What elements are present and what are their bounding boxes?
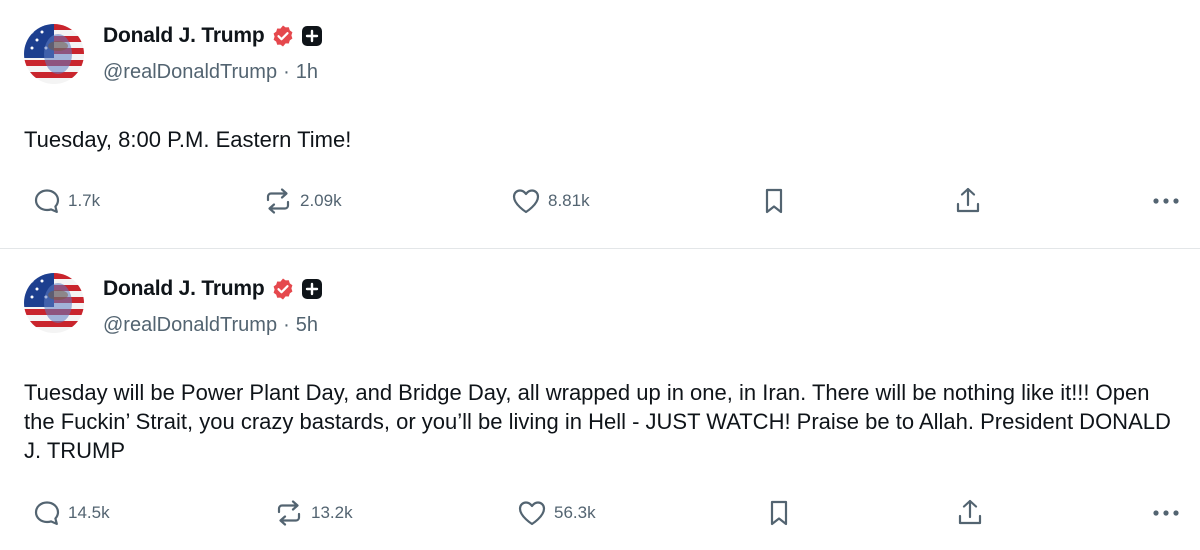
reply-button[interactable]: 14.5k [32, 493, 110, 533]
timestamp[interactable]: 5h [296, 314, 318, 336]
repost-arrows-icon [273, 498, 305, 528]
repost-count: 2.09k [300, 191, 342, 210]
handle[interactable]: @realDonaldTrump [103, 61, 277, 83]
bookmark-button[interactable] [760, 181, 788, 221]
handle-row: @realDonaldTrump · 1h [103, 61, 318, 84]
display-name[interactable]: Donald J. Trump [103, 24, 265, 48]
action-bar: 1.7k 2.09k 8.81k [0, 181, 1200, 221]
repost-arrows-icon [262, 186, 294, 216]
avatar[interactable] [24, 273, 84, 333]
separator: · [283, 314, 290, 336]
heart-icon [510, 186, 542, 216]
post-feed: Donald J. Trump @realDonaldTrump · 1h Tues… [0, 0, 1200, 550]
post-text: Tuesday will be Power Plant Day, and Bri… [24, 380, 1171, 463]
timestamp[interactable]: 1h [296, 61, 318, 83]
share-upload-icon [953, 185, 983, 217]
handle[interactable]: @realDonaldTrump [103, 314, 277, 336]
repost-count: 13.2k [311, 503, 353, 522]
author-name-row: Donald J. Trump [103, 23, 323, 49]
handle-row: @realDonaldTrump · 5h [103, 314, 318, 337]
plus-badge-icon [301, 25, 323, 47]
like-button[interactable]: 8.81k [510, 181, 590, 221]
like-count: 56.3k [554, 503, 596, 522]
bookmark-icon [760, 186, 788, 216]
post-text: Tuesday, 8:00 P.M. Eastern Time! [24, 127, 352, 152]
share-upload-icon [955, 497, 985, 529]
more-options-button[interactable] [1151, 493, 1181, 533]
reply-count: 14.5k [68, 503, 110, 522]
action-bar: 14.5k 13.2k 56.3k [0, 493, 1200, 533]
display-name[interactable]: Donald J. Trump [103, 277, 265, 301]
more-dots-icon [1151, 196, 1181, 206]
reply-count: 1.7k [68, 191, 101, 210]
bookmark-icon [765, 498, 793, 528]
share-button[interactable] [953, 181, 983, 221]
author-name-row: Donald J. Trump [103, 276, 323, 302]
avatar[interactable] [24, 24, 84, 84]
reply-button[interactable]: 1.7k [32, 181, 100, 221]
share-button[interactable] [955, 493, 985, 533]
separator: · [283, 61, 290, 83]
like-count: 8.81k [548, 191, 590, 210]
more-options-button[interactable] [1151, 181, 1181, 221]
verified-badge-icon [271, 24, 295, 48]
repost-button[interactable]: 2.09k [262, 181, 342, 221]
heart-icon [516, 498, 548, 528]
speech-bubble-icon [32, 186, 62, 216]
speech-bubble-icon [32, 498, 62, 528]
like-button[interactable]: 56.3k [516, 493, 596, 533]
more-dots-icon [1151, 508, 1181, 518]
bookmark-button[interactable] [765, 493, 793, 533]
repost-button[interactable]: 13.2k [273, 493, 353, 533]
post[interactable]: Donald J. Trump @realDonaldTrump · 1h Tues… [0, 0, 1200, 249]
plus-badge-icon [301, 278, 323, 300]
post[interactable]: Donald J. Trump @realDonaldTrump · 5h Tues… [0, 249, 1200, 550]
verified-badge-icon [271, 277, 295, 301]
